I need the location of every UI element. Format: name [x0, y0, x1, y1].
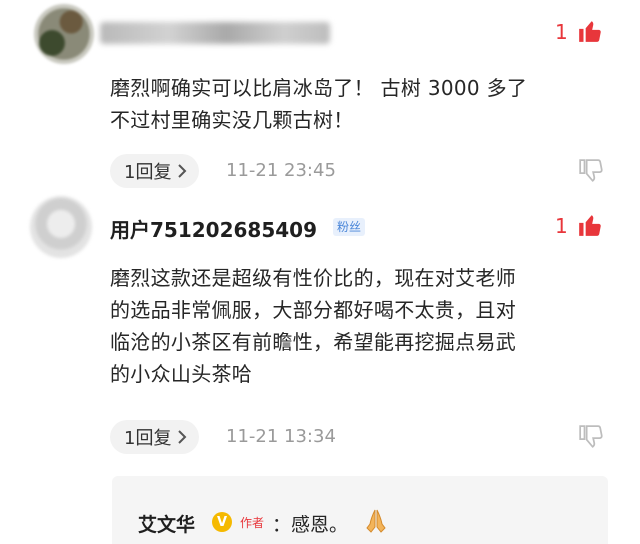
author-reply[interactable]: 艾文华 V 作者 ：感恩。	[112, 476, 608, 544]
like-count: 1	[555, 20, 568, 44]
chevron-right-icon	[178, 430, 187, 444]
comment-text: 磨烈啊确实可以比肩冰岛了！ 古树 3000 多了 不过村里确实没几颗古树！	[110, 72, 527, 136]
reply-count-label: 1回复	[124, 428, 172, 449]
author-tag: 作者	[240, 516, 265, 530]
avatar[interactable]	[30, 196, 92, 258]
thumbs-up-icon[interactable]	[577, 18, 603, 44]
comment-line: 不过村里确实没几颗古树！	[110, 108, 354, 132]
fan-badge: 粉丝	[333, 218, 366, 236]
chevron-right-icon	[178, 164, 187, 178]
like-count: 1	[555, 214, 568, 238]
reply-count-label: 1回复	[124, 162, 172, 183]
comment-line: 的选品非常佩服，大部分都好喝不太贵，且对	[110, 298, 516, 322]
view-replies-button[interactable]: 1回复	[110, 420, 200, 454]
thumbs-up-icon[interactable]	[577, 212, 603, 238]
timestamp: 11-21 13:34	[226, 426, 336, 447]
view-replies-button[interactable]: 1回复	[110, 154, 200, 188]
thumbs-down-icon[interactable]	[578, 158, 604, 184]
comment-text: 磨烈这款还是超级有性价比的，现在对艾老师 的选品非常佩服，大部分都好喝不太贵，且…	[110, 262, 516, 390]
author-name[interactable]: 艾文华	[138, 510, 195, 537]
username[interactable]: 用户751202685409	[110, 214, 317, 243]
avatar[interactable]	[34, 4, 94, 64]
comment-line: 磨烈啊确实可以比肩冰岛了！ 古树 3000 多了	[110, 76, 528, 100]
author-reply-text: ：感恩。	[272, 514, 349, 536]
comment-line: 磨烈这款还是超级有性价比的，现在对艾老师	[110, 266, 516, 290]
username-blurred[interactable]	[100, 22, 330, 44]
comment-line: 的小众山头茶哈	[110, 362, 253, 386]
thumbs-down-icon[interactable]	[578, 424, 604, 450]
praying-hands-icon	[366, 509, 386, 533]
verified-icon: V	[212, 512, 232, 532]
timestamp: 11-21 23:45	[226, 160, 336, 181]
comment-line: 临沧的小茶区有前瞻性，希望能再挖掘点易武	[110, 330, 516, 354]
